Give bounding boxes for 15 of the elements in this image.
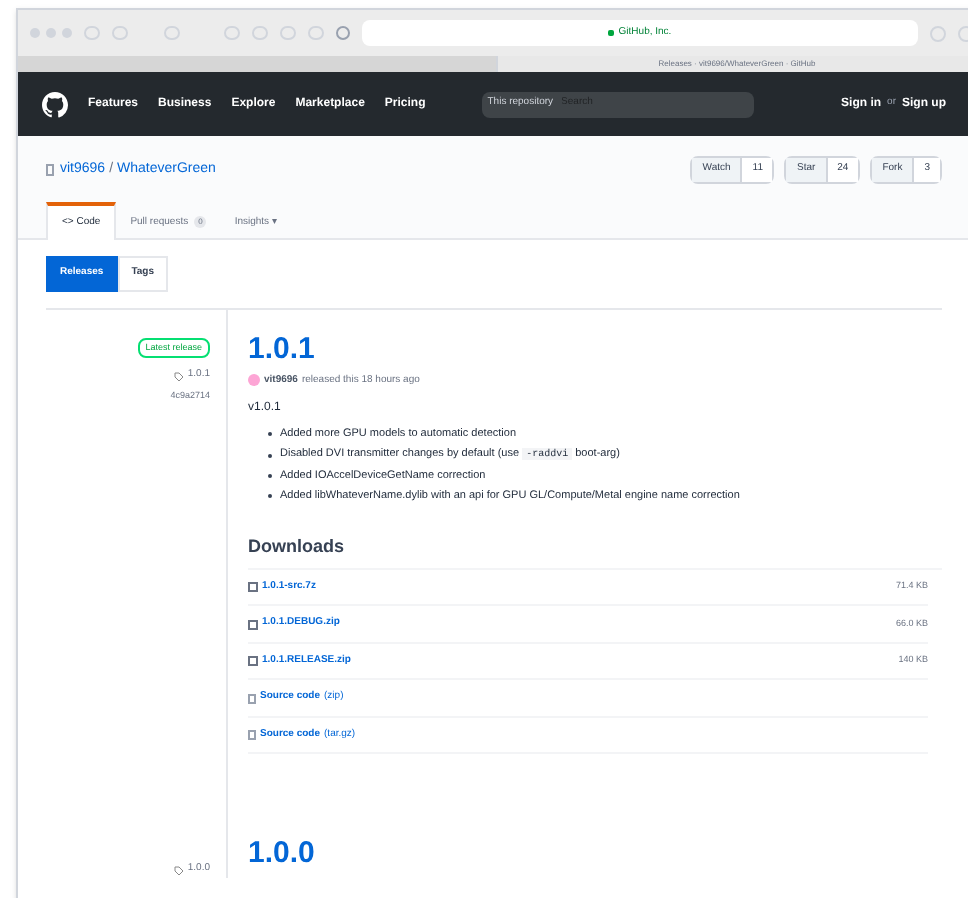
package-icon — [248, 619, 258, 629]
downloads-heading: Downloads — [248, 534, 942, 570]
tag-icon — [173, 371, 184, 381]
tag-icon — [173, 865, 184, 875]
repo-icon — [46, 163, 54, 176]
package-icon — [248, 582, 258, 592]
github-logo-icon[interactable] — [42, 91, 68, 117]
lock-icon — [608, 30, 615, 36]
file-zip-icon — [248, 730, 256, 740]
browser-tab[interactable] — [18, 56, 498, 72]
package-icon — [248, 656, 258, 666]
release-title[interactable]: 1.0.1 — [248, 333, 942, 363]
avatar — [248, 374, 260, 387]
file-zip-icon — [248, 693, 256, 703]
release-title[interactable]: 1.0.0 — [248, 838, 942, 869]
